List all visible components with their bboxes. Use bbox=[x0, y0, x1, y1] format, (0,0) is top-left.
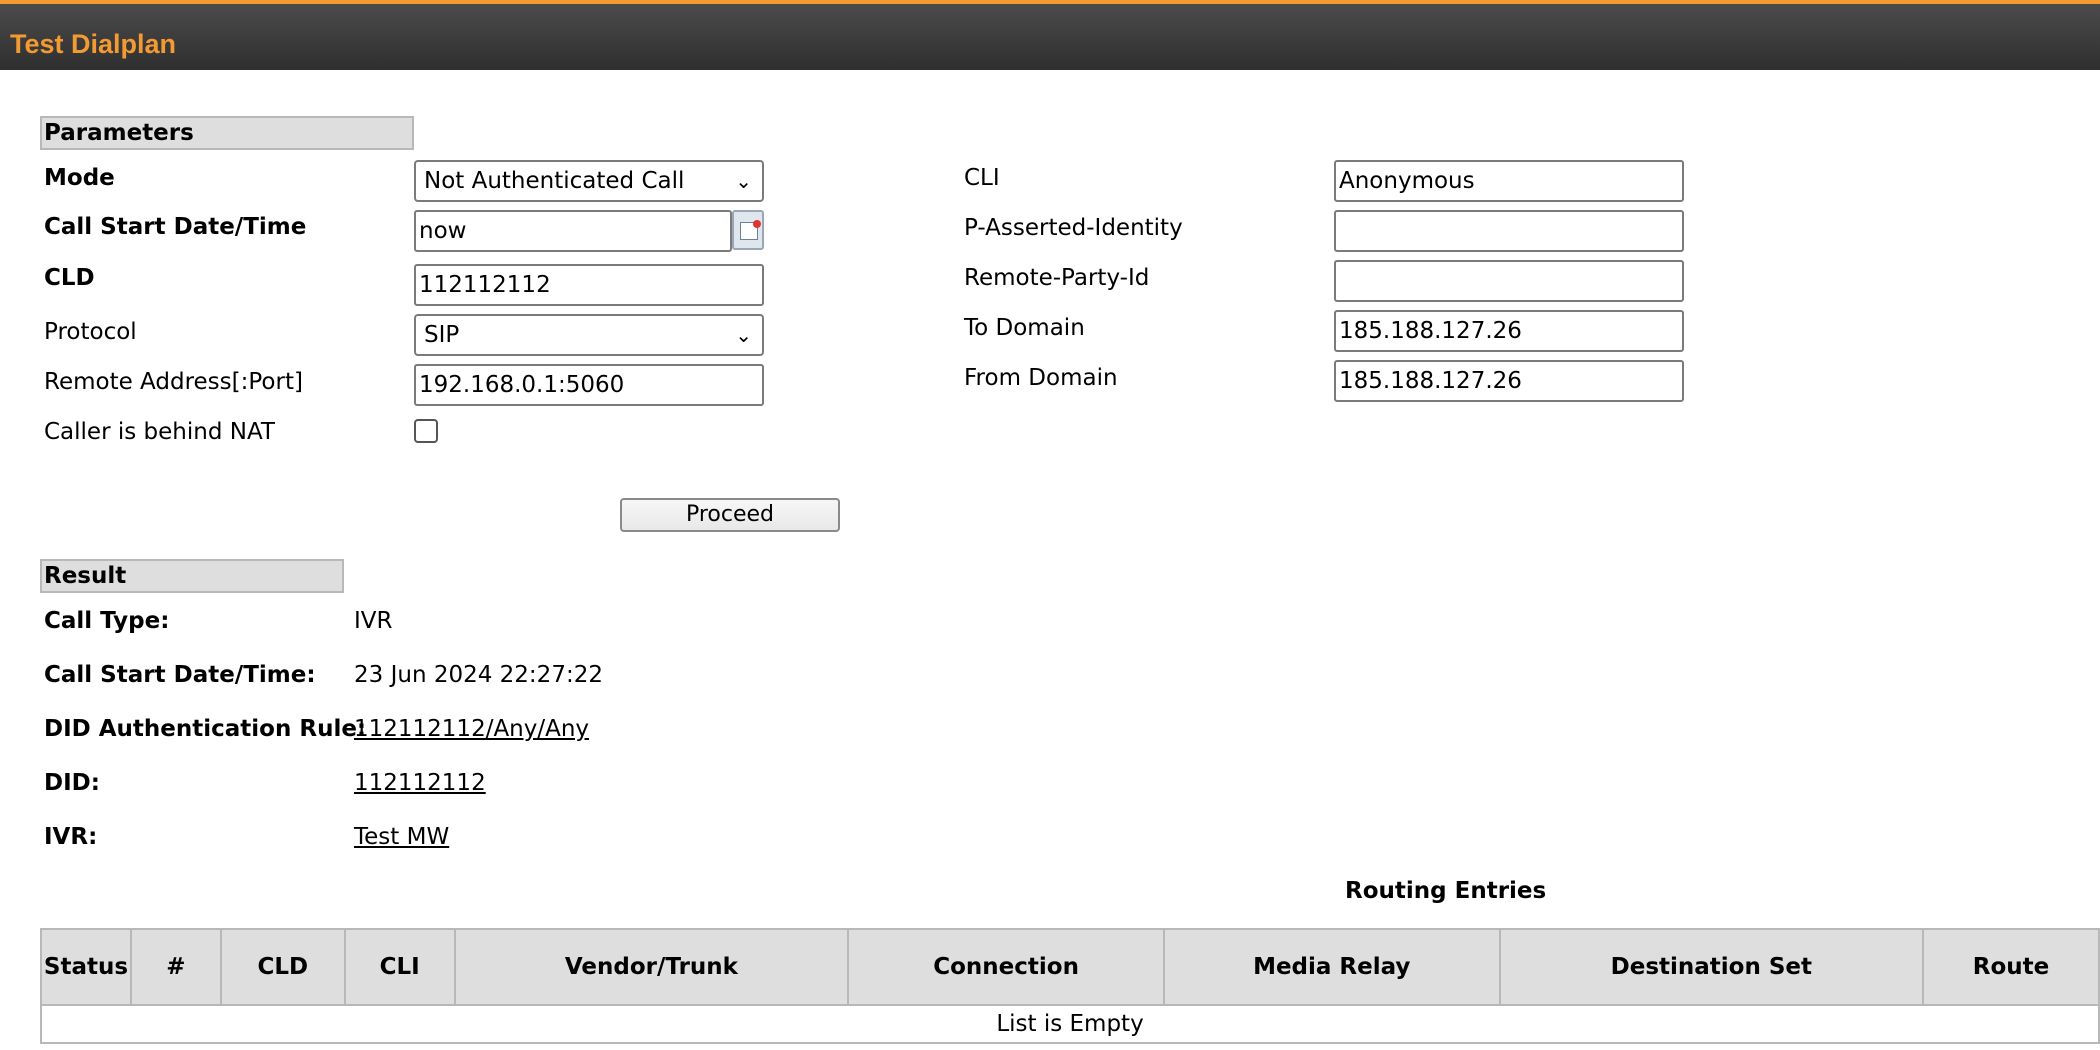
pai-label: P-Asserted-Identity bbox=[964, 215, 1183, 241]
cli-input[interactable] bbox=[1334, 160, 1684, 202]
did-rule-label: DID Authentication Rule: bbox=[44, 716, 367, 742]
column-header-media-relay[interactable]: Media Relay bbox=[1162, 928, 1501, 1006]
routing-header-row: Status # CLD CLI Vendor/Trunk Connection… bbox=[40, 928, 2100, 1006]
mode-label: Mode bbox=[44, 165, 115, 191]
chevron-down-icon: ⌄ bbox=[735, 169, 752, 193]
result-call-start-value: 23 Jun 2024 22:27:22 bbox=[354, 662, 603, 688]
call-start-input[interactable] bbox=[414, 210, 732, 252]
column-header-number[interactable]: # bbox=[129, 928, 222, 1006]
to-domain-label: To Domain bbox=[964, 315, 1085, 341]
behind-nat-label: Caller is behind NAT bbox=[44, 419, 275, 445]
cld-label: CLD bbox=[44, 265, 95, 291]
behind-nat-checkbox[interactable] bbox=[414, 419, 438, 443]
rpid-label: Remote-Party-Id bbox=[964, 265, 1150, 291]
did-link[interactable]: 112112112 bbox=[354, 768, 486, 798]
routing-entries-title: Routing Entries bbox=[1345, 878, 1547, 904]
remote-address-label: Remote Address[:Port] bbox=[44, 369, 303, 395]
protocol-label: Protocol bbox=[44, 319, 137, 345]
page-title: Test Dialplan bbox=[10, 29, 177, 59]
cli-label: CLI bbox=[964, 165, 1000, 191]
mode-select-value: Not Authenticated Call bbox=[424, 168, 685, 194]
protocol-select-value: SIP bbox=[424, 322, 460, 348]
proceed-button[interactable]: Proceed bbox=[620, 498, 840, 532]
call-type-label: Call Type: bbox=[44, 608, 170, 634]
from-domain-label: From Domain bbox=[964, 365, 1118, 391]
column-header-cli[interactable]: CLI bbox=[343, 928, 456, 1006]
chevron-down-icon: ⌄ bbox=[735, 323, 752, 347]
column-header-destination-set[interactable]: Destination Set bbox=[1498, 928, 1925, 1006]
pai-input[interactable] bbox=[1334, 210, 1684, 252]
remote-address-input[interactable] bbox=[414, 364, 764, 406]
result-call-start-label: Call Start Date/Time: bbox=[44, 662, 316, 688]
calendar-icon[interactable] bbox=[732, 210, 764, 250]
ivr-link[interactable]: Test MW bbox=[354, 822, 449, 852]
result-section-header: Result bbox=[40, 559, 344, 593]
empty-list-message: List is Empty bbox=[40, 1004, 2100, 1044]
protocol-select[interactable]: SIP ⌄ bbox=[414, 314, 764, 356]
mode-select[interactable]: Not Authenticated Call ⌄ bbox=[414, 160, 764, 202]
rpid-input[interactable] bbox=[1334, 260, 1684, 302]
table-row: List is Empty bbox=[40, 1004, 2100, 1044]
to-domain-input[interactable] bbox=[1334, 310, 1684, 352]
column-header-status[interactable]: Status bbox=[40, 928, 132, 1006]
call-type-value: IVR bbox=[354, 608, 393, 634]
title-bar: Test Dialplan bbox=[0, 0, 2100, 70]
column-header-cld[interactable]: CLD bbox=[219, 928, 346, 1006]
call-start-label: Call Start Date/Time bbox=[44, 214, 307, 240]
from-domain-input[interactable] bbox=[1334, 360, 1684, 402]
column-header-vendor-trunk[interactable]: Vendor/Trunk bbox=[453, 928, 850, 1006]
cld-input[interactable] bbox=[414, 264, 764, 306]
ivr-label: IVR: bbox=[44, 824, 98, 850]
column-header-route[interactable]: Route bbox=[1922, 928, 2100, 1006]
did-label: DID: bbox=[44, 770, 100, 796]
column-header-connection[interactable]: Connection bbox=[847, 928, 1165, 1006]
parameters-section-header: Parameters bbox=[40, 116, 414, 150]
did-rule-link[interactable]: 112112112/Any/Any bbox=[354, 714, 589, 744]
routing-table: Status # CLD CLI Vendor/Trunk Connection… bbox=[40, 928, 2100, 1044]
